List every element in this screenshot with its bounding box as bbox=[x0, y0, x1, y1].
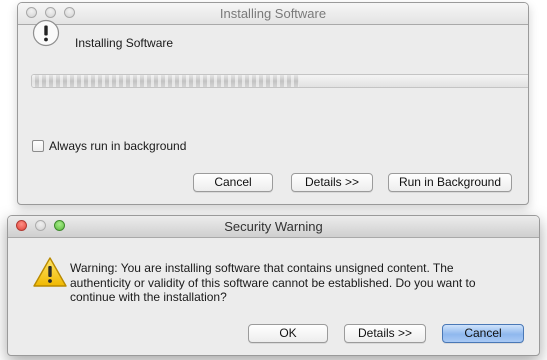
details-button[interactable]: Details >> bbox=[291, 173, 373, 192]
cancel-button[interactable]: Cancel bbox=[193, 173, 273, 192]
window-title: Installing Software bbox=[219, 6, 327, 21]
ok-button[interactable]: OK bbox=[248, 324, 328, 343]
close-button[interactable] bbox=[16, 220, 27, 231]
warning-message: Warning: You are installing software tha… bbox=[70, 261, 476, 305]
window-title: Security Warning bbox=[224, 219, 323, 234]
zoom-button[interactable] bbox=[54, 220, 65, 231]
install-progress-fill bbox=[32, 75, 299, 87]
zoom-button[interactable] bbox=[64, 7, 75, 18]
warning-triangle-icon bbox=[33, 257, 67, 287]
installing-software-titlebar[interactable]: Installing Software bbox=[18, 3, 528, 25]
minimize-button[interactable] bbox=[35, 220, 46, 231]
installing-software-window: Installing Software Installing Software … bbox=[17, 2, 529, 205]
install-progress-bar bbox=[31, 74, 528, 88]
security-warning-titlebar[interactable]: Security Warning bbox=[8, 216, 539, 238]
details-button[interactable]: Details >> bbox=[344, 324, 426, 343]
info-exclamation-icon bbox=[32, 19, 60, 47]
warning-message-line: continue with the installation? bbox=[70, 290, 227, 304]
minimize-button[interactable] bbox=[45, 7, 56, 18]
cancel-button-default[interactable]: Cancel bbox=[442, 324, 524, 343]
run-in-background-button[interactable]: Run in Background bbox=[388, 173, 512, 192]
security-warning-window: Security Warning Warning: You are instal… bbox=[7, 215, 540, 356]
always-run-background-checkbox[interactable] bbox=[32, 140, 44, 152]
install-heading: Installing Software bbox=[75, 36, 174, 50]
close-button[interactable] bbox=[26, 7, 37, 18]
warning-message-line: Warning: You are installing software tha… bbox=[70, 261, 454, 275]
warning-message-line: authenticity or validity of this softwar… bbox=[70, 275, 476, 290]
always-run-background-label[interactable]: Always run in background bbox=[49, 139, 186, 153]
